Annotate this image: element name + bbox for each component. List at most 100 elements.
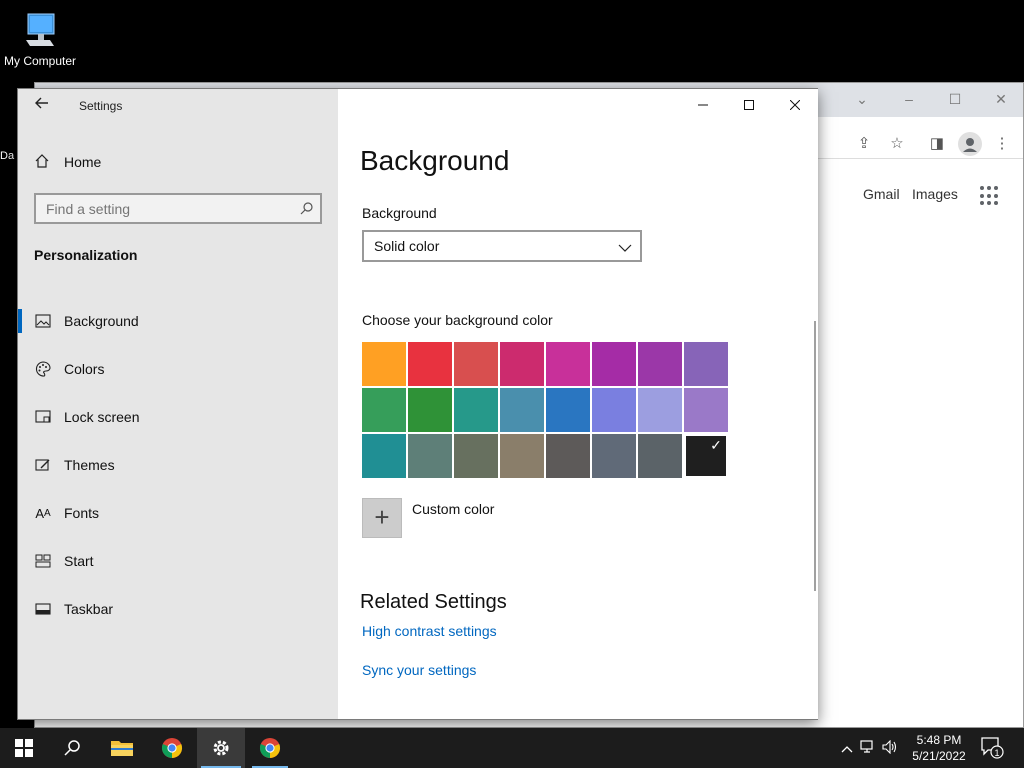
- taskbar-icon: [34, 600, 52, 618]
- color-swatch[interactable]: [546, 388, 590, 432]
- search-box[interactable]: [34, 193, 322, 224]
- notification-center-button[interactable]: 1: [980, 736, 1006, 760]
- show-hidden-icons-chevron-icon[interactable]: [838, 741, 856, 756]
- color-swatch[interactable]: [362, 342, 406, 386]
- color-swatch[interactable]: [362, 434, 406, 478]
- home-nav-item[interactable]: Home: [34, 151, 101, 173]
- clock-time: 5:48 PM: [916, 733, 962, 747]
- back-arrow-icon: [35, 97, 48, 109]
- custom-color-button[interactable]: + Custom color: [362, 498, 494, 538]
- color-swatch[interactable]: ✓: [684, 434, 728, 478]
- sync-settings-link[interactable]: Sync your settings: [362, 662, 476, 678]
- maximize-icon: [744, 100, 754, 110]
- palette-icon: [34, 360, 52, 378]
- images-link[interactable]: Images: [912, 186, 958, 202]
- network-icon[interactable]: [856, 739, 880, 757]
- browser-minimize-button[interactable]: –: [897, 89, 921, 109]
- nav-item-start[interactable]: Start: [18, 537, 338, 585]
- related-settings-title: Related Settings: [360, 591, 507, 613]
- color-swatch[interactable]: [638, 388, 682, 432]
- maximize-button[interactable]: [726, 89, 772, 121]
- google-apps-icon[interactable]: [980, 186, 1000, 206]
- color-swatch[interactable]: [592, 388, 636, 432]
- background-label: Background: [362, 205, 437, 221]
- clock-date: 5/21/2022: [912, 749, 966, 763]
- color-swatch[interactable]: [684, 342, 728, 386]
- color-swatch[interactable]: [454, 342, 498, 386]
- side-panel-icon[interactable]: ◨: [926, 133, 948, 155]
- file-explorer-button[interactable]: [98, 728, 146, 768]
- nav-item-themes[interactable]: Themes: [18, 441, 338, 489]
- browser-menu-icon[interactable]: ⋮: [991, 133, 1013, 155]
- color-swatch[interactable]: [408, 342, 452, 386]
- content-scrollbar[interactable]: [814, 321, 816, 591]
- notification-count: 1: [994, 748, 999, 758]
- color-swatch[interactable]: [500, 434, 544, 478]
- color-swatch[interactable]: [638, 342, 682, 386]
- partial-desktop-label: Da: [0, 150, 15, 162]
- color-swatch[interactable]: [408, 388, 452, 432]
- color-swatch[interactable]: [500, 388, 544, 432]
- notification-icon: 1: [981, 737, 1004, 759]
- window-controls: [680, 89, 818, 121]
- nav-item-background[interactable]: Background: [18, 297, 338, 345]
- back-button[interactable]: [30, 95, 54, 119]
- chrome-window-taskbar-button[interactable]: [246, 728, 294, 768]
- themes-icon: [34, 456, 52, 474]
- browser-maximize-button[interactable]: ☐: [943, 89, 967, 109]
- color-swatch[interactable]: [592, 342, 636, 386]
- picture-icon: [34, 312, 52, 330]
- taskbar-clock[interactable]: 5:48 PM 5/21/2022: [905, 732, 973, 764]
- color-swatch[interactable]: [454, 434, 498, 478]
- color-swatch[interactable]: [638, 434, 682, 478]
- color-swatch[interactable]: [546, 434, 590, 478]
- tab-search-icon[interactable]: ⌄: [850, 89, 874, 109]
- share-icon[interactable]: ⇪: [853, 133, 875, 155]
- my-computer-shortcut[interactable]: My Computer: [0, 8, 80, 68]
- color-swatch[interactable]: [684, 388, 728, 432]
- search-icon: [64, 740, 80, 756]
- color-swatch[interactable]: [408, 434, 452, 478]
- close-icon: [790, 100, 800, 110]
- taskbar-search-button[interactable]: [48, 728, 96, 768]
- browser-close-button[interactable]: ✕: [989, 89, 1013, 109]
- color-swatch[interactable]: [362, 388, 406, 432]
- my-computer-label: My Computer: [3, 54, 77, 68]
- color-swatch[interactable]: [454, 388, 498, 432]
- color-swatch[interactable]: [500, 342, 544, 386]
- bookmark-star-icon[interactable]: ☆: [886, 133, 908, 155]
- lock-screen-icon: [34, 408, 52, 426]
- color-swatch[interactable]: [592, 434, 636, 478]
- nav-item-lock-screen[interactable]: Lock screen: [18, 393, 338, 441]
- nav-item-fonts[interactable]: AA Fonts: [18, 489, 338, 537]
- volume-icon[interactable]: [880, 739, 900, 757]
- taskbar: 5:48 PM 5/21/2022 1: [0, 728, 1024, 768]
- nav-item-taskbar[interactable]: Taskbar: [18, 585, 338, 633]
- gear-icon: [213, 740, 229, 756]
- color-swatch[interactable]: [546, 342, 590, 386]
- high-contrast-settings-link[interactable]: High contrast settings: [362, 623, 497, 639]
- nav-item-label: Background: [64, 313, 139, 329]
- nav-item-label: Fonts: [64, 505, 100, 521]
- search-icon[interactable]: [300, 201, 314, 215]
- chevron-down-icon: [618, 240, 632, 256]
- personalization-nav-list: Background Colors Lock screen Themes A A…: [18, 297, 338, 633]
- window-title: Settings: [79, 99, 123, 113]
- nav-item-label: Colors: [64, 361, 105, 377]
- profile-avatar-icon[interactable]: [958, 132, 982, 156]
- chrome-icon: [259, 738, 281, 759]
- minimize-button[interactable]: [680, 89, 726, 121]
- settings-content-pane: Background Background Solid color Choose…: [338, 89, 818, 719]
- nav-item-colors[interactable]: Colors: [18, 345, 338, 393]
- settings-taskbar-button[interactable]: [197, 728, 245, 768]
- chrome-taskbar-button[interactable]: [148, 728, 196, 768]
- gmail-link[interactable]: Gmail: [863, 186, 900, 202]
- settings-nav-pane: Settings Home Personalization: [18, 89, 338, 719]
- start-button[interactable]: [0, 728, 48, 768]
- home-icon: [34, 153, 52, 172]
- close-button[interactable]: [772, 89, 818, 121]
- search-input[interactable]: [36, 195, 286, 222]
- background-type-dropdown[interactable]: Solid color: [362, 230, 642, 262]
- nav-item-label: Taskbar: [64, 601, 114, 617]
- start-icon: [34, 552, 52, 570]
